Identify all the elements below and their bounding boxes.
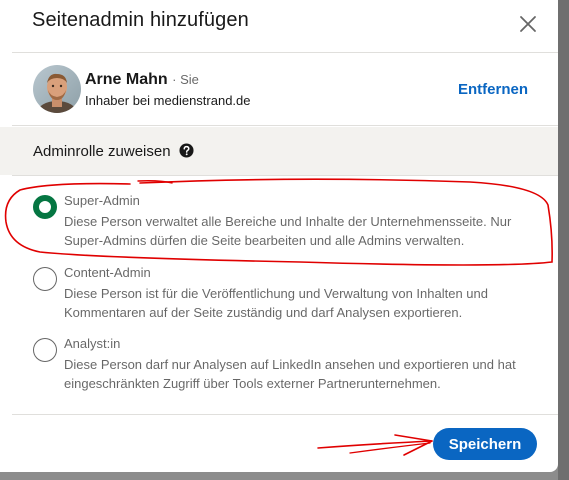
help-icon[interactable]: [179, 143, 194, 162]
role-title: Super-Admin: [64, 193, 140, 208]
role-radio-super-admin[interactable]: [33, 195, 57, 219]
role-radio-analyst[interactable]: [33, 338, 57, 362]
assign-role-heading: Adminrolle zuweisen: [0, 127, 558, 175]
page-backdrop: [558, 0, 569, 480]
user-you-label: · Sie: [172, 72, 199, 87]
avatar-photo: [33, 65, 81, 113]
role-description: Diese Person darf nur Analysen auf Linke…: [64, 357, 516, 391]
add-page-admin-dialog: Seitenadmin hinzufügen Arne Mahn · Sie I…: [0, 0, 558, 472]
dialog-header: Seitenadmin hinzufügen: [0, 0, 558, 52]
heading-divider: [12, 175, 558, 176]
dialog-title: Seitenadmin hinzufügen: [32, 9, 249, 31]
selected-user-row: Arne Mahn · Sie Inhaber bei medienstrand…: [0, 53, 558, 125]
role-title: Content-Admin: [64, 265, 151, 280]
role-radio-content-admin[interactable]: [33, 267, 57, 291]
remove-button[interactable]: Entfernen: [458, 81, 528, 98]
user-name: Arne Mahn: [85, 71, 168, 88]
role-option-analyst[interactable]: Analyst:in Diese Person darf nur Analyse…: [0, 336, 558, 406]
assign-role-label: Adminrolle zuweisen: [33, 143, 171, 160]
save-button[interactable]: Speichern: [433, 428, 537, 460]
question-mark-icon: [179, 143, 194, 158]
user-divider: [12, 125, 558, 126]
footer-divider: [12, 414, 558, 415]
close-icon: [520, 16, 536, 32]
user-name-line: Arne Mahn · Sie: [85, 71, 199, 89]
role-description: Diese Person ist für die Veröffentlichun…: [64, 286, 488, 320]
close-button[interactable]: [512, 8, 544, 40]
role-option-content-admin[interactable]: Content-Admin Diese Person ist für die V…: [0, 265, 558, 335]
assign-role-title: Adminrolle zuweisen: [33, 143, 194, 162]
role-option-super-admin[interactable]: Super-Admin Diese Person verwaltet alle …: [0, 193, 558, 263]
avatar: [33, 65, 81, 113]
role-description: Diese Person verwaltet alle Bereiche und…: [64, 214, 512, 248]
role-title: Analyst:in: [64, 336, 121, 351]
user-headline: Inhaber bei medienstrand.de: [85, 93, 251, 108]
